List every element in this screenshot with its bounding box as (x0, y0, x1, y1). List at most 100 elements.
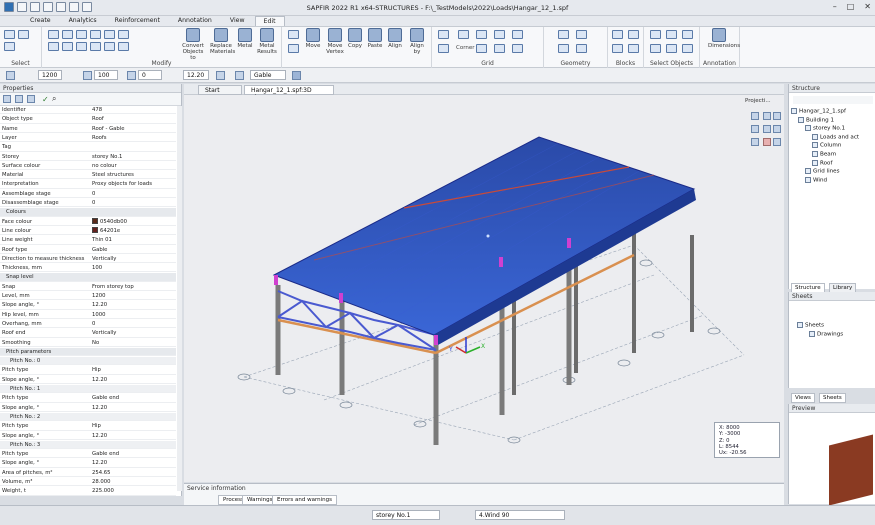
rotate-tool-icon[interactable] (288, 44, 299, 53)
metal-button[interactable]: Metal (234, 28, 256, 49)
property-value[interactable]: 478 (92, 106, 176, 113)
property-value[interactable]: Roof - Gable (92, 125, 176, 132)
property-value[interactable]: 225.000 (92, 487, 176, 494)
property-row[interactable]: Pitch type Gable end (0, 450, 176, 459)
property-row[interactable]: Identifier 478 (0, 106, 176, 115)
block-icon-1[interactable] (612, 30, 623, 39)
block-icon-2[interactable] (628, 30, 639, 39)
array-icon[interactable] (62, 30, 73, 39)
mirror-icon[interactable] (76, 42, 87, 51)
block-icon-4[interactable] (628, 44, 639, 53)
property-row[interactable]: Level, mm 1200 (0, 292, 176, 301)
replace-materials-button[interactable]: Replace Materials (210, 28, 235, 55)
property-row[interactable]: Interpretation Proxy objects for loads (0, 180, 176, 189)
tab-edit[interactable]: Edit (254, 16, 285, 26)
metal-results-button[interactable]: Metal Results (256, 28, 278, 55)
property-value[interactable]: 12.20 (92, 376, 176, 383)
tab-annotation[interactable]: Annotation (170, 16, 220, 26)
property-row[interactable]: Slope angle, ° 12.20 (0, 432, 176, 440)
property-value[interactable]: From storey top (92, 283, 176, 290)
property-row[interactable]: Roof end Vertically (0, 329, 176, 338)
property-row[interactable]: Slope angle, ° 12.20 (0, 376, 176, 385)
break-icon[interactable] (512, 44, 523, 53)
convert-objects-button[interactable]: Convert Objects to (182, 28, 204, 61)
align-button[interactable]: Align (384, 28, 406, 49)
geometry-icon-1[interactable] (558, 30, 569, 39)
property-value[interactable]: 0 (92, 320, 176, 327)
property-row[interactable]: Volume, m³ 28.000 (0, 478, 176, 487)
property-row[interactable]: Storey storey No.1 (0, 153, 176, 161)
property-row[interactable]: Weight, t 225.000 (0, 487, 176, 496)
property-value[interactable]: 12.20 (92, 459, 176, 466)
property-row[interactable]: Name Roof - Gable (0, 125, 176, 133)
sheets-root[interactable]: Sheets (797, 322, 824, 329)
thickness-field[interactable]: 100 (94, 70, 118, 80)
search-icon[interactable]: ⌕ (52, 94, 56, 104)
tab-analytics[interactable]: Analytics (61, 16, 105, 26)
redo-icon[interactable] (69, 2, 79, 12)
offset-icon[interactable] (48, 42, 59, 51)
property-row[interactable]: Object type Roof (0, 115, 176, 124)
slope-field[interactable]: 12.20 (183, 70, 209, 80)
tree-node[interactable]: Roof (812, 159, 832, 166)
property-value[interactable]: 64201e (92, 227, 176, 234)
trim-icon[interactable] (90, 42, 101, 51)
block-icon-3[interactable] (612, 44, 623, 53)
floor-plan-icon[interactable] (6, 71, 15, 80)
tree-node[interactable]: Building 1 (798, 116, 834, 123)
storey-select[interactable]: storey No.1 (372, 510, 440, 520)
merge-icon[interactable] (494, 44, 505, 53)
slope-icon[interactable] (216, 71, 225, 80)
open-folder-icon[interactable] (30, 2, 40, 12)
property-row[interactable]: Roof type Gable (0, 246, 176, 254)
property-row[interactable]: Slope angle, ° 12.20 (0, 301, 176, 310)
view-back-icon[interactable] (763, 125, 771, 133)
property-section[interactable]: Snap level (0, 273, 176, 282)
property-row[interactable]: Smoothing No (0, 339, 176, 347)
polyline-icon[interactable] (288, 30, 299, 39)
extend-icon[interactable] (494, 30, 505, 39)
tab-start-page[interactable]: Start page (198, 85, 242, 101)
geometry-icon-2[interactable] (576, 30, 587, 39)
overhang-field[interactable]: 0 (138, 70, 162, 80)
property-value[interactable]: 0 (92, 199, 176, 206)
print-icon[interactable] (82, 2, 92, 12)
property-value[interactable]: Proxy objects for loads (92, 180, 176, 187)
tab-errors-warnings[interactable]: Errors and warnings (272, 495, 338, 505)
property-value[interactable]: 254.65 (92, 469, 176, 476)
select-obj-icon-1[interactable] (650, 30, 661, 39)
property-section[interactable]: Pitch parameters (0, 347, 176, 357)
property-row[interactable]: Tag (0, 143, 176, 152)
select-obj-icon-5[interactable] (666, 44, 677, 53)
close-icon[interactable]: ✕ (864, 2, 871, 11)
snap-icon[interactable] (476, 30, 487, 39)
property-value[interactable]: Steel structures (92, 171, 176, 178)
property-value[interactable]: 28.000 (92, 478, 176, 485)
corner-icon[interactable] (458, 30, 469, 39)
undo-icon[interactable] (56, 2, 66, 12)
tree-node[interactable]: Wind (805, 176, 827, 183)
tab-sheets[interactable]: Sheets (819, 393, 846, 403)
sort-icon[interactable] (3, 95, 11, 103)
eyedropper-icon[interactable] (118, 42, 129, 51)
tab-3d-view[interactable]: Hangar_12_1.spf:3D view (244, 85, 334, 101)
property-row[interactable]: Disassemblage stage 0 (0, 199, 176, 208)
property-value[interactable]: no colour (92, 162, 176, 169)
minimize-icon[interactable]: – (833, 2, 837, 11)
property-value[interactable]: 100 (92, 264, 176, 271)
scissors-icon[interactable] (104, 30, 115, 39)
view-iso-icon[interactable] (751, 125, 759, 133)
3d-viewport[interactable]: X Y (184, 95, 784, 482)
load-case-select[interactable]: 4.Wind 90 (475, 510, 565, 520)
property-value[interactable]: 12.20 (92, 301, 176, 308)
view-front-icon[interactable] (763, 112, 771, 120)
property-row[interactable]: Pitch type Gable end (0, 394, 176, 403)
properties-scrollbar[interactable] (177, 106, 182, 491)
geometry-icon-3[interactable] (558, 44, 569, 53)
new-file-icon[interactable] (17, 2, 27, 12)
move-vertex-button[interactable]: Move Vertex (324, 28, 346, 55)
select-obj-icon-4[interactable] (650, 44, 661, 53)
property-row[interactable]: Pitch type Hip (0, 422, 176, 431)
property-row[interactable]: Pitch type Hip (0, 366, 176, 375)
select-obj-icon-2[interactable] (666, 30, 677, 39)
